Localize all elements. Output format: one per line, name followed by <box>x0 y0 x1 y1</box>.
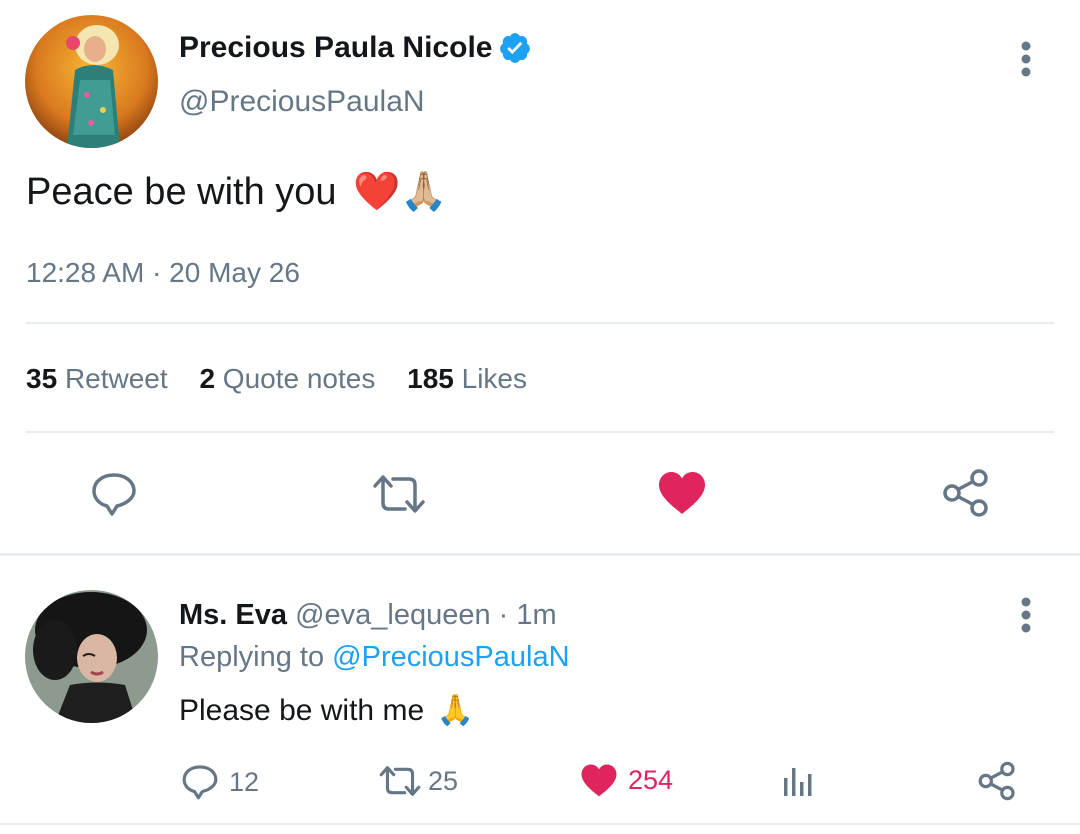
like-count: 254 <box>628 765 674 795</box>
bottom-divider <box>0 823 1080 825</box>
likes-label: Likes <box>461 363 528 394</box>
share-icon[interactable] <box>977 761 1017 801</box>
tweet-stats: 35 Retweet 2 Quote notes 185 Likes <box>26 362 527 396</box>
reply-header: Ms. Eva @eva_lequeen · 1m <box>179 598 557 632</box>
likes-stat[interactable]: 185 Likes <box>407 363 527 394</box>
section-divider <box>0 553 1080 556</box>
reply-retweet-action[interactable]: 25 <box>376 763 458 799</box>
reply-time[interactable]: 1m <box>516 599 556 631</box>
divider <box>26 322 1054 324</box>
reply-author-handle[interactable]: @eva_lequeen <box>295 599 491 631</box>
divider <box>26 431 1054 433</box>
reply-like-action[interactable]: 254 <box>580 763 673 798</box>
reply-comment-action[interactable]: 12 <box>181 763 259 801</box>
author-avatar[interactable] <box>25 15 158 148</box>
reply-author-name[interactable]: Ms. Eva <box>179 599 287 631</box>
retweet-icon <box>376 763 424 799</box>
reply-text-content: Please be with me <box>179 694 425 727</box>
analytics-icon[interactable] <box>782 764 816 798</box>
reply-author-avatar[interactable] <box>25 590 158 723</box>
more-vertical-icon[interactable] <box>1013 40 1039 80</box>
reply-text: Please be with me 🙏 <box>179 693 474 729</box>
likes-count: 185 <box>407 363 454 394</box>
comment-icon[interactable] <box>90 471 138 517</box>
heart-icon <box>580 763 618 798</box>
quote-stat[interactable]: 2 Quote notes <box>199 363 383 394</box>
heart-icon[interactable] <box>657 470 707 516</box>
author-handle[interactable]: @PreciousPaulaN <box>179 84 425 120</box>
reply-separator: · <box>498 599 509 631</box>
retweet-count: 35 <box>26 363 58 394</box>
retweet-count: 25 <box>428 765 459 796</box>
reply-emoji: 🙏 <box>436 693 474 728</box>
replying-to-line: Replying to @PreciousPaulaN <box>179 640 570 674</box>
tweet-timestamp[interactable]: 12:28 AM · 20 May 26 <box>26 256 300 290</box>
author-name[interactable]: Precious Paula Nicole <box>179 30 492 66</box>
replying-to-link[interactable]: @PreciousPaulaN <box>332 641 569 673</box>
replying-to-prefix: Replying to <box>179 641 325 673</box>
retweet-stat[interactable]: 35 Retweet <box>26 363 175 394</box>
retweet-icon[interactable] <box>369 471 429 517</box>
verified-badge-icon <box>498 31 532 65</box>
quote-count: 2 <box>199 363 216 394</box>
reply-count: 12 <box>229 766 260 797</box>
retweet-label: Retweet <box>64 363 168 394</box>
share-icon[interactable] <box>941 468 991 518</box>
quote-label: Quote notes <box>222 363 376 394</box>
tweet-text: Peace be with you ❤️🙏🏼 <box>26 168 448 215</box>
comment-icon <box>181 763 219 801</box>
tweet-text-content: Peace be with you <box>26 171 337 213</box>
more-vertical-icon[interactable] <box>1013 596 1039 636</box>
tweet-emoji: ❤️🙏🏼 <box>353 169 448 213</box>
